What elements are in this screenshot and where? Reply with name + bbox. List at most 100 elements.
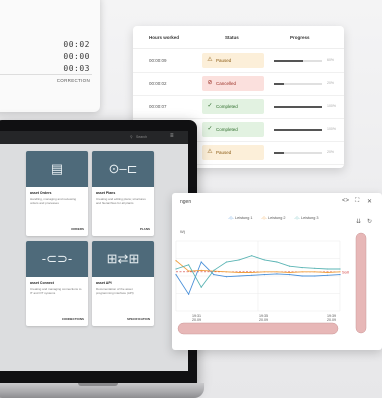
connector-icon: -⊂⊃- bbox=[26, 241, 88, 277]
tile-action-link[interactable]: ORDERS bbox=[71, 227, 84, 231]
plug-icon: ⊙–⊏ bbox=[92, 151, 154, 187]
check-circle-icon: ✓ bbox=[207, 103, 213, 109]
data-point bbox=[188, 270, 190, 272]
data-point bbox=[326, 271, 328, 274]
status-badge: ⚠ Paused bbox=[202, 145, 264, 160]
data-point bbox=[251, 255, 253, 257]
app-tile[interactable]: ⊞⇄⊞ asset API Documentation of the asset… bbox=[92, 241, 154, 326]
data-point bbox=[213, 274, 215, 276]
data-point bbox=[225, 276, 228, 278]
data-point bbox=[225, 271, 228, 273]
time-value-3: 00:03 bbox=[63, 64, 90, 73]
tile-description: Documentation of the asset programming i… bbox=[96, 287, 134, 295]
time-tracker-card: 00:02 00:00 00:03 CORRECTION bbox=[0, 0, 100, 112]
data-point bbox=[301, 275, 303, 277]
table-row: 00:00:07 ✓ Completed 100% bbox=[133, 96, 344, 119]
tile-description: Creating and editing plans; structures a… bbox=[96, 197, 146, 205]
data-point bbox=[213, 269, 215, 271]
data-point bbox=[301, 267, 303, 269]
x-tick-label: 19:31 20.09 bbox=[192, 314, 201, 322]
progress-percent: 60% bbox=[327, 58, 335, 62]
column-header-status: Status bbox=[225, 35, 239, 40]
data-point bbox=[339, 274, 341, 276]
data-point bbox=[314, 275, 316, 277]
data-point bbox=[238, 259, 240, 261]
data-point bbox=[175, 274, 177, 276]
status-label: Cancelled bbox=[216, 81, 237, 86]
time-value-2: 00:00 bbox=[63, 52, 90, 61]
status-label: Completed bbox=[216, 127, 238, 132]
progress-bar bbox=[274, 106, 322, 108]
tile-action-link[interactable]: SPECIFICATION bbox=[127, 317, 150, 321]
tile-title: asset Plans bbox=[96, 191, 116, 195]
reference-line-label: Soll bbox=[342, 269, 349, 274]
warning-icon: ⚠ bbox=[207, 149, 213, 155]
data-point bbox=[339, 268, 341, 270]
chart-window: ngen <> ⛶ ✕ ⇊ ↻ W) -◇-Leistung 1 -◇-Leist… bbox=[172, 193, 382, 350]
data-point bbox=[188, 293, 190, 295]
data-point bbox=[200, 269, 202, 271]
progress-bar bbox=[274, 152, 322, 154]
check-circle-icon: ✓ bbox=[207, 126, 213, 132]
column-header-hours: Hours worked bbox=[149, 35, 180, 40]
data-point bbox=[326, 274, 328, 276]
data-point bbox=[251, 274, 253, 276]
progress-percent: 20% bbox=[327, 81, 335, 85]
tile-description: Creating and managing connections to IT … bbox=[30, 287, 82, 295]
laptop-screen: ⚲ Search ≡ ▤ asset Orders Handling, mana… bbox=[0, 131, 188, 371]
status-badge: ⊘ Cancelled bbox=[202, 76, 264, 91]
tile-action-link[interactable]: PLANS bbox=[140, 227, 150, 231]
data-point bbox=[175, 260, 177, 262]
app-tile[interactable]: -⊂⊃- asset Connect Creating and managing… bbox=[26, 241, 88, 326]
divider bbox=[0, 74, 92, 75]
app-top-bar: ⚲ Search ≡ bbox=[0, 131, 188, 144]
status-label: Paused bbox=[216, 150, 232, 155]
x-tick-label: 19:35 20.09 bbox=[259, 314, 268, 322]
app-tile[interactable]: ▤ asset Orders Handling, managing and re… bbox=[26, 151, 88, 236]
progress-percent: 20% bbox=[327, 150, 335, 154]
table-row: 00:00:09 ⚠ Paused 60% bbox=[133, 50, 344, 73]
warning-icon: ⚠ bbox=[207, 57, 213, 63]
tile-title: asset Orders bbox=[30, 191, 52, 195]
progress-fill bbox=[274, 60, 303, 62]
data-point bbox=[200, 261, 202, 263]
search-input[interactable]: Search bbox=[136, 135, 147, 139]
data-point bbox=[200, 286, 202, 288]
data-point bbox=[276, 271, 278, 273]
x-tick-date: 20.09 bbox=[327, 318, 336, 322]
document-icon: ▤ bbox=[26, 151, 88, 187]
hours-cell: 00:00:02 bbox=[149, 81, 167, 86]
progress-percent: 100% bbox=[327, 127, 336, 131]
laptop-notch bbox=[78, 383, 118, 386]
time-value-1: 00:02 bbox=[63, 40, 90, 49]
x-tick-label: 19:39 20.09 bbox=[327, 314, 336, 322]
range-navigator bbox=[177, 322, 339, 335]
data-point bbox=[238, 271, 240, 274]
x-tick-date: 20.09 bbox=[259, 318, 268, 322]
status-label: Paused bbox=[216, 58, 232, 63]
data-point bbox=[263, 274, 265, 276]
data-point bbox=[175, 268, 177, 270]
status-badge: ✓ Completed bbox=[202, 99, 264, 114]
menu-icon[interactable]: ≡ bbox=[170, 133, 174, 139]
progress-bar bbox=[274, 83, 322, 85]
status-badge: ⚠ Paused bbox=[202, 53, 264, 68]
tile-action-link[interactable]: CONNECTIONS bbox=[62, 317, 84, 321]
vertical-range-slider bbox=[355, 232, 367, 334]
data-point bbox=[276, 273, 278, 275]
column-header-progress: Progress bbox=[290, 35, 310, 40]
app-tile[interactable]: ⊙–⊏ asset Plans Creating and editing pla… bbox=[92, 151, 154, 236]
hours-cell: 00:00:09 bbox=[149, 58, 167, 63]
network-icon: ⊞⇄⊞ bbox=[92, 241, 154, 277]
tile-title: asset Connect bbox=[30, 281, 54, 285]
data-point bbox=[238, 275, 240, 277]
data-point bbox=[263, 271, 265, 273]
header-divider bbox=[133, 48, 344, 49]
progress-fill bbox=[274, 129, 322, 131]
data-point bbox=[314, 267, 316, 269]
progress-bar bbox=[274, 60, 322, 62]
table-row: 00:00:02 ⊘ Cancelled 20% bbox=[133, 73, 344, 96]
tile-title: asset API bbox=[96, 281, 112, 285]
correction-label: CORRECTION bbox=[56, 78, 90, 83]
search-icon[interactable]: ⚲ bbox=[130, 135, 133, 139]
